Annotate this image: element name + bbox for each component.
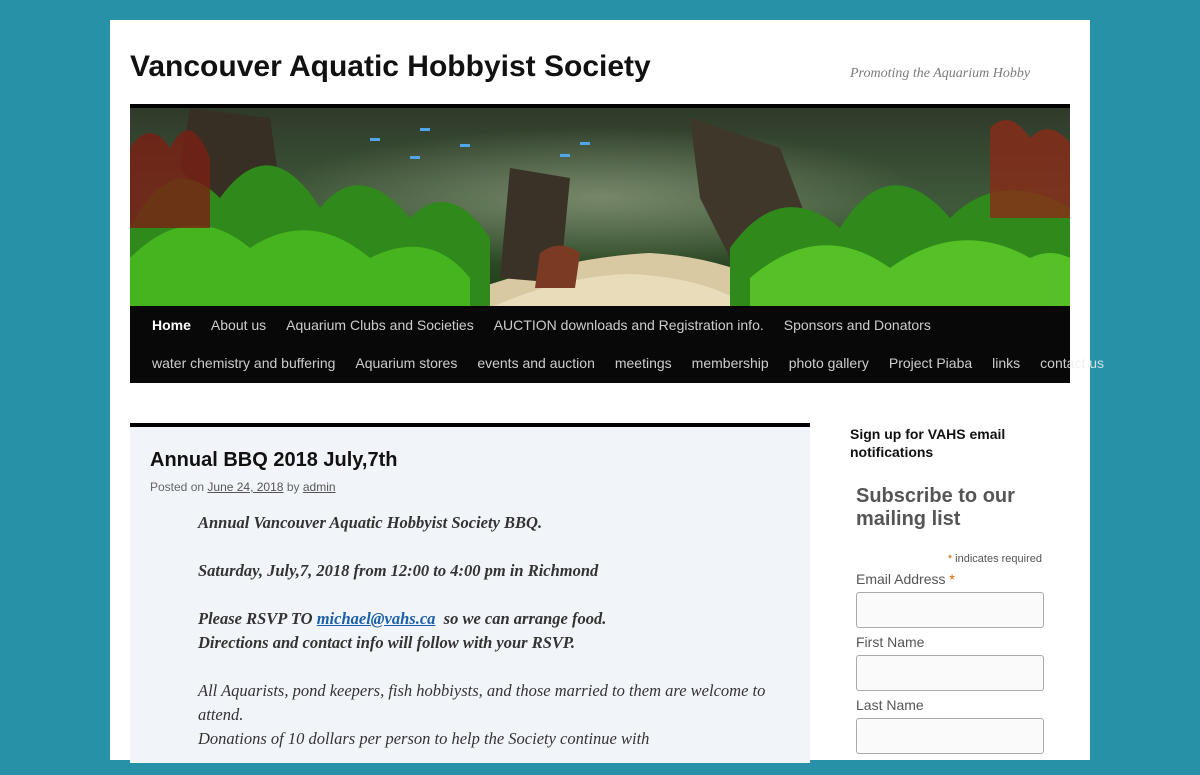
nav-item-events-auction[interactable]: events and auction [467, 355, 605, 371]
post-content: Annual Vancouver Aquatic Hobbyist Societ… [198, 511, 778, 775]
post-author-link[interactable]: admin [303, 480, 336, 494]
post-date-link[interactable]: June 24, 2018 [207, 480, 283, 494]
post-paragraph-4: All Aquarists, pond keepers, fish hobbiy… [198, 681, 766, 724]
post-paragraph-2: Saturday, July,7, 2018 from 12:00 to 4:0… [198, 561, 599, 580]
nav-item-project-piaba[interactable]: Project Piaba [879, 355, 982, 371]
nav-item-aquarium-stores[interactable]: Aquarium stores [345, 355, 467, 371]
nav-item-sponsors[interactable]: Sponsors and Donators [774, 317, 941, 333]
last-name-field[interactable] [856, 718, 1044, 754]
last-name-label: Last Name [856, 697, 924, 713]
nav-item-about-us[interactable]: About us [201, 317, 276, 333]
rsvp-text-after: so we can arrange food. [435, 609, 607, 628]
rsvp-email-link[interactable]: michael@vahs.ca [317, 609, 436, 628]
post-article: Annual BBQ 2018 July,7th Posted on June … [130, 423, 810, 763]
email-label-text: Email Address [856, 571, 946, 587]
nav-item-home[interactable]: Home [142, 317, 201, 333]
email-label: Email Address * [856, 571, 1060, 587]
sidebar: Sign up for VAHS email notifications Sub… [850, 423, 1060, 754]
nav-item-photo-gallery[interactable]: photo gallery [779, 355, 879, 371]
rsvp-text: Please RSVP TO [198, 609, 317, 628]
first-name-label: First Name [856, 634, 925, 650]
email-required-asterisk: * [949, 571, 955, 587]
page-container: Vancouver Aquatic Hobbyist Society Promo… [110, 20, 1104, 763]
site-description: Promoting the Aquarium Hobby [850, 66, 1031, 81]
nav-item-links[interactable]: links [982, 355, 1030, 371]
required-note: * indicates required [856, 553, 1042, 565]
post-paragraph-5: Donations of 10 dollars per person to he… [198, 729, 650, 748]
nav-item-meetings[interactable]: meetings [605, 355, 682, 371]
email-field[interactable] [856, 592, 1044, 628]
nav-item-aquarium-clubs[interactable]: Aquarium Clubs and Societies [276, 317, 484, 333]
main-navigation: Home About us Aquarium Clubs and Societi… [130, 306, 1104, 383]
post-title[interactable]: Annual BBQ 2018 July,7th [150, 449, 397, 472]
site-title[interactable]: Vancouver Aquatic Hobbyist Society [130, 50, 651, 84]
mailing-list-heading: Subscribe to our mailing list [856, 485, 1015, 530]
post-paragraph-rsvp: Please RSVP TO michael@vahs.ca so we can… [198, 607, 778, 655]
signup-widget-title: Sign up for VAHS email notifications [850, 426, 1006, 460]
meta-posted-on: Posted on [150, 480, 205, 494]
post-paragraph-1: Annual Vancouver Aquatic Hobbyist Societ… [198, 513, 543, 532]
post-meta: Posted on June 24, 2018 by admin [150, 480, 336, 494]
first-name-field[interactable] [856, 655, 1044, 691]
nav-item-contact-us[interactable]: contact us [1030, 355, 1114, 371]
required-asterisk: * [947, 553, 953, 565]
nav-item-membership[interactable]: membership [682, 355, 779, 371]
header-banner-image [130, 104, 1070, 306]
nav-item-water-chemistry[interactable]: water chemistry and buffering [142, 355, 345, 371]
rsvp-directions-text: Directions and contact info will follow … [198, 633, 575, 652]
nav-item-auction-downloads[interactable]: AUCTION downloads and Registration info. [484, 317, 774, 333]
required-note-text: indicates required [955, 553, 1042, 565]
meta-by: by [286, 480, 300, 494]
